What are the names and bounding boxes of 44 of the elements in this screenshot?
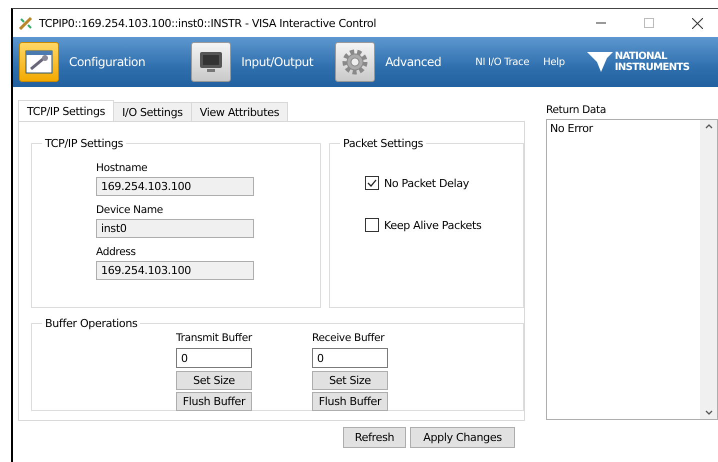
scroll-down-icon[interactable]: [704, 410, 712, 415]
toolbar-button[interactable]: Configuration: [13, 42, 146, 82]
logo-text: NATIONAL: [614, 51, 668, 62]
checkbox[interactable]: No Packet Delay: [365, 176, 523, 190]
input-field[interactable]: 0: [312, 348, 388, 368]
field-label: Hostname: [96, 162, 148, 174]
toolbar-button[interactable]: Input/Output: [185, 42, 314, 82]
readonly-field: inst0: [96, 219, 254, 238]
toolbar-link[interactable]: NI I/O Trace: [475, 56, 530, 68]
return-text: No Error: [549, 121, 594, 137]
field-label: Address: [96, 246, 137, 258]
scrollbar[interactable]: [700, 120, 717, 419]
window-wrench-icon: [25, 50, 53, 74]
field-label: Receive Buffer: [312, 332, 386, 344]
logo-text: INSTRUMENTS: [614, 62, 690, 73]
toolbar-link[interactable]: Help: [543, 56, 565, 68]
scroll-up-icon[interactable]: [704, 124, 712, 129]
field-label: Return Data: [546, 104, 607, 116]
field-label: Transmit Buffer: [176, 332, 252, 344]
monitor-icon: [198, 50, 224, 74]
field-label: Device Name: [96, 204, 164, 216]
tab[interactable]: I/O Settings: [113, 102, 192, 121]
app-icon: [19, 16, 33, 30]
buffer-button[interactable]: Set Size: [176, 371, 252, 390]
check-icon: [367, 178, 377, 188]
return-data-box[interactable]: No Error: [546, 119, 718, 420]
group-title: TCP/IP Settings: [44, 137, 124, 150]
readonly-field: 169.254.103.100: [96, 177, 254, 196]
tab[interactable]: TCP/IP Settings: [18, 100, 114, 121]
tab[interactable]: View Attributes: [190, 102, 288, 121]
refresh-button[interactable]: Refresh: [343, 427, 406, 448]
input-field[interactable]: 0: [176, 348, 252, 368]
buffer-button[interactable]: Set Size: [312, 371, 388, 390]
checkbox[interactable]: Keep Alive Packets: [365, 218, 523, 232]
gear-icon: [340, 47, 370, 77]
eagle-logo-icon: [586, 50, 613, 74]
readonly-field: 169.254.103.100: [96, 261, 254, 280]
apply-button[interactable]: Apply Changes: [410, 427, 515, 448]
group-title: Buffer Operations: [44, 317, 138, 330]
buffer-button[interactable]: Flush Buffer: [312, 392, 388, 411]
group-title: Packet Settings: [342, 137, 424, 150]
window-title: TCPIP0::169.254.103.100::inst0::INSTR - VISA Interactive Control: [39, 16, 378, 30]
toolbar-button[interactable]: Advanced: [329, 42, 442, 82]
buffer-button[interactable]: Flush Buffer: [176, 392, 252, 411]
